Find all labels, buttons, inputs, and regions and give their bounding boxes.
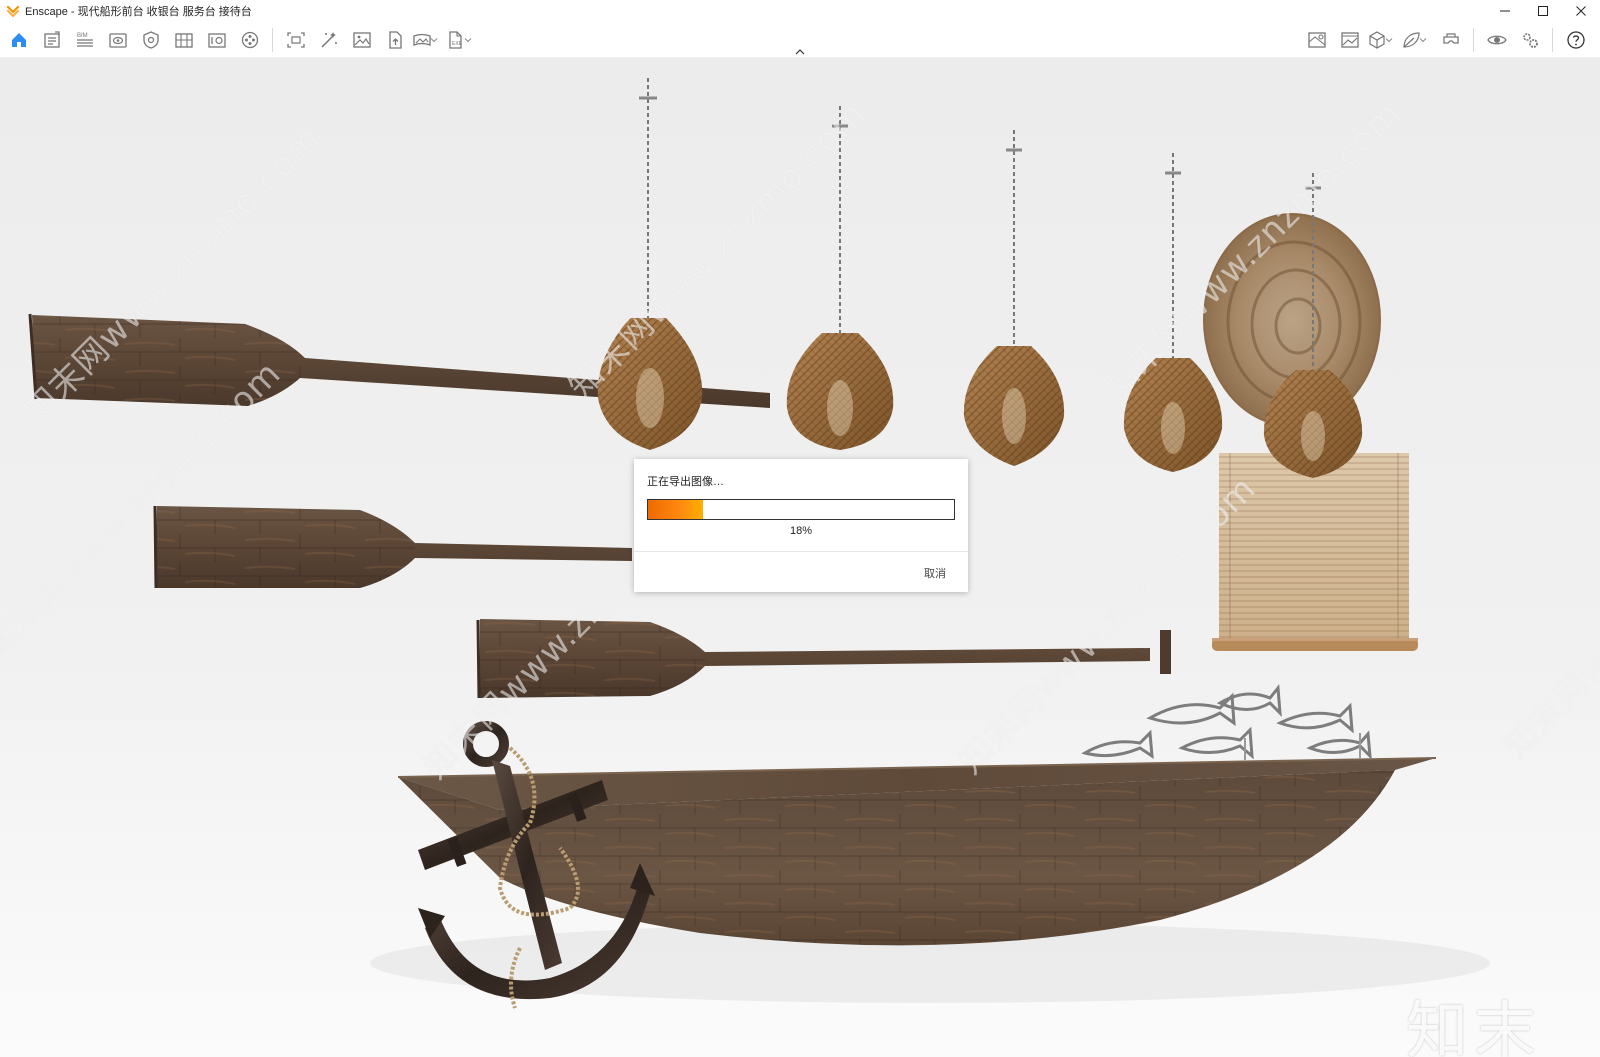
- title-bar: Enscape - 现代船形前台 收银台 服务台 接待台: [0, 0, 1600, 22]
- panorama-button[interactable]: [411, 25, 433, 55]
- svg-text:BIM: BIM: [77, 33, 88, 39]
- vr-button[interactable]: [1434, 25, 1467, 55]
- cancel-button[interactable]: 取消: [924, 565, 946, 581]
- map-icon: [1307, 32, 1326, 48]
- map-button[interactable]: [1300, 25, 1333, 55]
- brand-watermark: 知末: [1406, 994, 1543, 1057]
- progress-percent: 18%: [789, 525, 813, 537]
- export-file-icon: EXE: [449, 31, 463, 49]
- pendant-lamp-3: [963, 130, 1065, 466]
- material-editor-button[interactable]: [167, 25, 200, 55]
- home-icon: [11, 33, 26, 47]
- visibility-button[interactable]: [1480, 25, 1513, 55]
- views-button[interactable]: [101, 25, 134, 55]
- upload-icon: [388, 31, 402, 49]
- settings-shield-icon: [142, 31, 159, 49]
- leaf-button[interactable]: [1400, 25, 1422, 55]
- home-button[interactable]: [2, 25, 35, 55]
- render-image-button[interactable]: [345, 25, 378, 55]
- toolbar-collapse-toggle[interactable]: [792, 46, 808, 58]
- help-icon: [1566, 31, 1585, 49]
- toolbar-separator: [272, 28, 273, 52]
- close-button[interactable]: [1562, 0, 1600, 22]
- batch-render-button[interactable]: [312, 25, 345, 55]
- window-title: Enscape - 现代船形前台 收银台 服务台 接待台: [25, 6, 252, 18]
- panorama-icon: [413, 33, 431, 46]
- image-icon: [1340, 32, 1359, 48]
- cube-icon: [1369, 31, 1385, 49]
- image-button[interactable]: [1333, 25, 1366, 55]
- fish-sculpture: [1081, 684, 1372, 760]
- asset-library-button[interactable]: [200, 25, 233, 55]
- vr-headset-icon: [1442, 33, 1459, 44]
- project-button[interactable]: [35, 25, 68, 55]
- export-button[interactable]: EXE: [445, 25, 467, 55]
- chevron-up-icon: [795, 49, 805, 55]
- export-progress-bar: [647, 499, 955, 520]
- settings-button[interactable]: [1513, 25, 1546, 55]
- bim-button[interactable]: BIM: [68, 25, 101, 55]
- bamboo-blind: [1212, 453, 1418, 651]
- toolbar-separator: [1473, 28, 1474, 52]
- pendant-lamp-1: [597, 78, 703, 450]
- leaf-icon: [1403, 32, 1420, 48]
- help-button[interactable]: [1559, 25, 1592, 55]
- views-icon: [108, 33, 127, 48]
- upload-button[interactable]: [378, 25, 411, 55]
- pendant-lamp-2: [786, 106, 894, 450]
- maximize-icon: [1538, 6, 1548, 16]
- maximize-button[interactable]: [1524, 0, 1562, 22]
- image-export-icon: [352, 32, 371, 48]
- paddle-middle: [153, 505, 632, 589]
- toolbar-left-group: BIM EXE: [2, 22, 479, 58]
- asset-library-icon: [207, 33, 226, 48]
- screenshot-icon: [286, 32, 305, 48]
- minimize-button[interactable]: [1486, 0, 1524, 22]
- progress-fill: [648, 500, 704, 519]
- boat-counter: [397, 757, 1437, 946]
- close-icon: [1576, 6, 1586, 16]
- project-icon: [43, 31, 60, 48]
- toolbar-separator: [1552, 28, 1553, 52]
- svg-text:EXE: EXE: [452, 41, 463, 47]
- minimize-icon: [1500, 10, 1510, 12]
- visual-settings-button[interactable]: [134, 25, 167, 55]
- cube-button[interactable]: [1366, 25, 1388, 55]
- enscape-logo-icon: [6, 5, 20, 18]
- eye-icon: [1486, 35, 1507, 45]
- export-progress-dialog: 正在导出图像… 18% 取消: [634, 459, 968, 592]
- video-editor-button[interactable]: [233, 25, 266, 55]
- paddle-bottom: [476, 619, 1171, 699]
- material-icon: [174, 33, 193, 48]
- dialog-title: 正在导出图像…: [647, 476, 724, 488]
- video-editor-icon: [241, 31, 258, 49]
- bim-icon: BIM: [76, 33, 93, 47]
- gears-icon: [1522, 33, 1538, 48]
- batch-render-icon: [320, 32, 337, 48]
- toolbar-right-group: [1300, 22, 1592, 58]
- screenshot-button[interactable]: [279, 25, 312, 55]
- dialog-divider: [634, 551, 968, 552]
